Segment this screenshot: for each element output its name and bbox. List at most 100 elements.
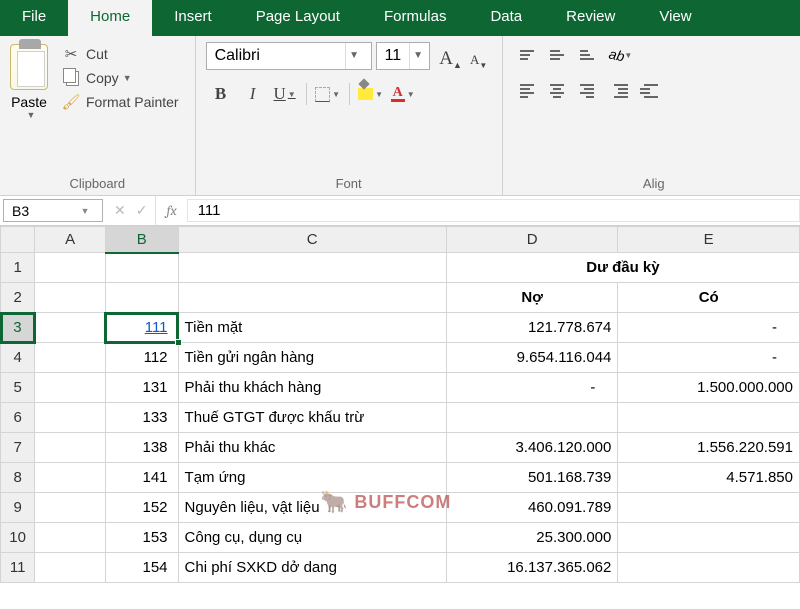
cell[interactable] — [35, 253, 106, 283]
row-header[interactable]: 1 — [1, 253, 35, 283]
cell[interactable]: 152 — [105, 493, 178, 523]
name-box-input[interactable] — [4, 203, 76, 219]
tab-insert[interactable]: Insert — [152, 0, 234, 36]
cell[interactable]: 460.091.789 — [446, 493, 618, 523]
cell[interactable]: 1.556.220.591 — [618, 433, 800, 463]
cell[interactable]: Nguyên liệu, vật liệu — [178, 493, 446, 523]
cell[interactable] — [618, 403, 800, 433]
formula-input[interactable]: 111 — [187, 199, 800, 222]
enter-formula-button[interactable]: ✓ — [136, 202, 148, 219]
cell[interactable] — [446, 403, 618, 433]
copy-button[interactable]: Copy ▼ — [56, 66, 185, 90]
cell[interactable]: 4.571.850 — [618, 463, 800, 493]
col-header-d[interactable]: D — [446, 227, 618, 253]
fill-color-button[interactable]: ▼ — [356, 80, 386, 108]
cell[interactable]: 501.168.739 — [446, 463, 618, 493]
cell[interactable]: Dư đầu kỳ — [446, 253, 799, 283]
align-right-button[interactable] — [573, 78, 601, 104]
cell[interactable]: 133 — [105, 403, 178, 433]
cell[interactable]: 138 — [105, 433, 178, 463]
cut-button[interactable]: Cut — [56, 42, 185, 66]
chevron-down-icon[interactable]: ▼ — [76, 206, 94, 216]
cancel-formula-button[interactable]: ✕ — [114, 202, 126, 219]
cell[interactable]: 154 — [105, 553, 178, 583]
increase-font-size-button[interactable]: A▲ — [438, 42, 464, 70]
cell[interactable]: 1.500.000.000 — [618, 373, 800, 403]
borders-button[interactable]: ▼ — [313, 80, 343, 108]
cell[interactable]: Có — [618, 283, 800, 313]
cell[interactable]: - — [618, 313, 800, 343]
cell[interactable] — [35, 433, 106, 463]
cell[interactable] — [35, 283, 106, 313]
orientation-button[interactable]: ab▼ — [607, 42, 635, 68]
row-header[interactable]: 4 — [1, 343, 35, 373]
tab-file[interactable]: File — [0, 0, 68, 36]
cell[interactable]: Chi phí SXKD dở dang — [178, 553, 446, 583]
cell[interactable] — [618, 523, 800, 553]
cell[interactable]: 3.406.120.000 — [446, 433, 618, 463]
tab-data[interactable]: Data — [468, 0, 544, 36]
cell[interactable]: 9.654.116.044 — [446, 343, 618, 373]
cell[interactable] — [618, 553, 800, 583]
font-size-input[interactable] — [377, 47, 409, 65]
col-header-b[interactable]: B — [105, 227, 178, 253]
align-middle-button[interactable] — [543, 42, 571, 68]
decrease-indent-button[interactable] — [607, 78, 635, 104]
underline-button[interactable]: U▼ — [270, 80, 300, 108]
font-size-combo[interactable]: ▼ — [376, 42, 430, 70]
row-header[interactable]: 8 — [1, 463, 35, 493]
cell[interactable] — [35, 313, 106, 343]
tab-page-layout[interactable]: Page Layout — [234, 0, 362, 36]
select-all-corner[interactable] — [1, 227, 35, 253]
cell[interactable]: Phải thu khác — [178, 433, 446, 463]
row-header[interactable]: 2 — [1, 283, 35, 313]
chevron-down-icon[interactable]: ▼ — [409, 43, 427, 69]
cell[interactable] — [35, 523, 106, 553]
cell[interactable] — [35, 493, 106, 523]
row-header[interactable]: 11 — [1, 553, 35, 583]
align-top-button[interactable] — [513, 42, 541, 68]
cell[interactable] — [618, 493, 800, 523]
cell[interactable]: 16.137.365.062 — [446, 553, 618, 583]
cell[interactable] — [105, 253, 178, 283]
cell[interactable]: Công cụ, dụng cụ — [178, 523, 446, 553]
align-center-button[interactable] — [543, 78, 571, 104]
cell[interactable]: 131 — [105, 373, 178, 403]
cell[interactable]: 112 — [105, 343, 178, 373]
row-header[interactable]: 6 — [1, 403, 35, 433]
cell[interactable]: Phải thu khách hàng — [178, 373, 446, 403]
cell[interactable] — [105, 283, 178, 313]
cell[interactable]: 141 — [105, 463, 178, 493]
cell[interactable] — [35, 343, 106, 373]
cell[interactable]: 153 — [105, 523, 178, 553]
bold-button[interactable]: B — [206, 80, 236, 108]
cell[interactable]: 25.300.000 — [446, 523, 618, 553]
cell[interactable] — [35, 373, 106, 403]
tab-review[interactable]: Review — [544, 0, 637, 36]
col-header-e[interactable]: E — [618, 227, 800, 253]
cell[interactable] — [35, 463, 106, 493]
fx-icon[interactable]: fx — [155, 196, 186, 225]
cell[interactable]: Tạm ứng — [178, 463, 446, 493]
align-left-button[interactable] — [513, 78, 541, 104]
font-name-combo[interactable]: ▼ — [206, 42, 372, 70]
cell[interactable] — [178, 283, 446, 313]
cell-selected[interactable]: 111 — [105, 313, 178, 343]
cell[interactable]: 121.778.674 — [446, 313, 618, 343]
cell[interactable] — [35, 553, 106, 583]
format-painter-button[interactable]: Format Painter — [56, 90, 185, 114]
cell[interactable]: Tiền gửi ngân hàng — [178, 343, 446, 373]
row-header[interactable]: 9 — [1, 493, 35, 523]
font-name-input[interactable] — [207, 47, 345, 65]
italic-button[interactable]: I — [238, 80, 268, 108]
col-header-a[interactable]: A — [35, 227, 106, 253]
row-header[interactable]: 7 — [1, 433, 35, 463]
font-color-button[interactable]: A▼ — [388, 80, 418, 108]
cell[interactable] — [178, 253, 446, 283]
name-box[interactable]: ▼ — [3, 199, 103, 222]
row-header[interactable]: 10 — [1, 523, 35, 553]
cell[interactable]: - — [618, 343, 800, 373]
cell[interactable] — [35, 403, 106, 433]
col-header-c[interactable]: C — [178, 227, 446, 253]
decrease-font-size-button[interactable]: A▼ — [466, 42, 492, 70]
